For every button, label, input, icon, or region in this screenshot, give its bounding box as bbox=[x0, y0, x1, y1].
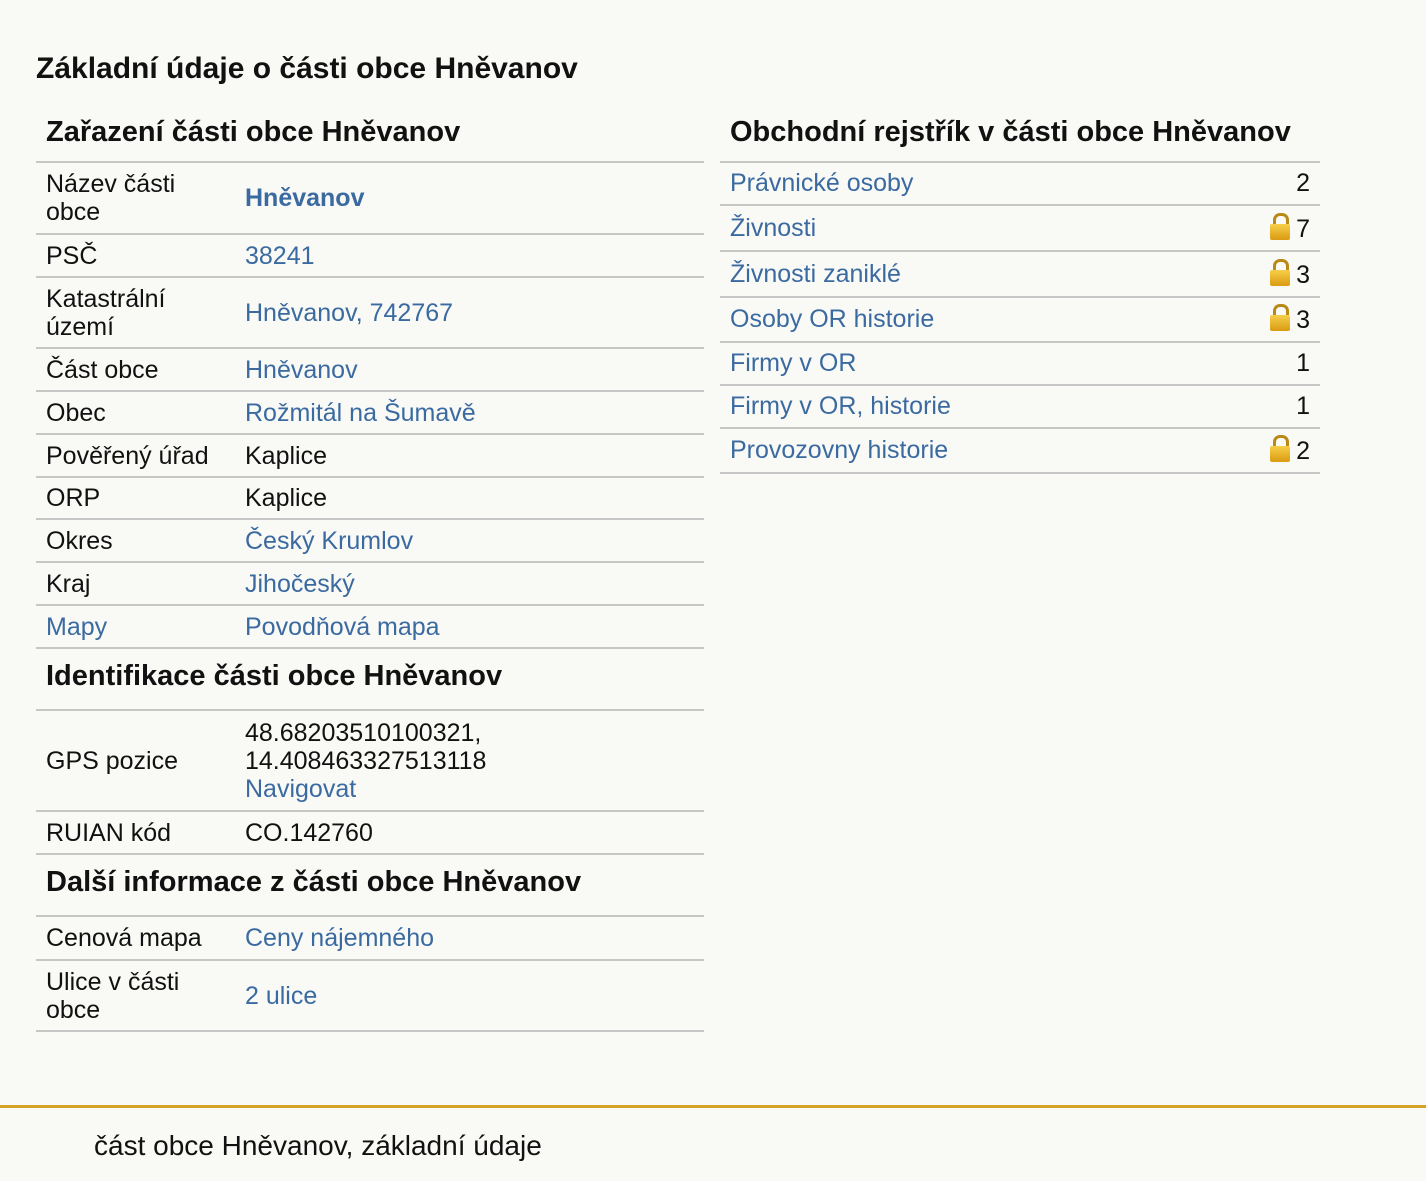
table-row: Živnosti 7 bbox=[720, 205, 1320, 252]
table-row: Ulice v části obce 2 ulice bbox=[36, 960, 704, 1032]
row-label: Pověřený úřad bbox=[36, 434, 235, 478]
count: 2 bbox=[1200, 163, 1320, 206]
count: 2 bbox=[1296, 437, 1310, 465]
table-row: GPS pozice 48.68203510100321, 14.4084633… bbox=[36, 711, 704, 812]
count: 3 bbox=[1296, 260, 1310, 289]
count: 7 bbox=[1296, 214, 1310, 243]
table-row: Katastrální území Hněvanov, 742767 bbox=[36, 277, 704, 349]
gps-lat: 48.68203510100321, bbox=[245, 718, 482, 747]
nazev-casti-link[interactable]: Hněvanov bbox=[245, 184, 364, 212]
table-row: Kraj Jihočeský bbox=[36, 562, 704, 606]
row-label: ORP bbox=[36, 477, 235, 520]
table-row: Živnosti zaniklé 3 bbox=[720, 251, 1320, 298]
lock-icon[interactable] bbox=[1270, 435, 1291, 462]
table-row: Firmy v OR 1 bbox=[720, 342, 1320, 386]
osoby-or-historie-link[interactable]: Osoby OR historie bbox=[730, 305, 934, 333]
ceny-najemneho-link[interactable]: Ceny nájemného bbox=[245, 924, 434, 952]
identifikace-table: GPS pozice 48.68203510100321, 14.4084633… bbox=[36, 711, 704, 855]
obchodni-rejstrik-table: Právnické osoby 2 Živnosti 7 Živnosti za… bbox=[720, 163, 1320, 474]
firmy-v-or-historie-link[interactable]: Firmy v OR, historie bbox=[730, 392, 951, 420]
pravnicke-osoby-link[interactable]: Právnické osoby bbox=[730, 169, 913, 197]
count: 1 bbox=[1200, 342, 1320, 386]
row-label: Kraj bbox=[36, 562, 235, 606]
dalsi-heading: Další informace z části obce Hněvanov bbox=[36, 855, 704, 917]
lock-icon[interactable] bbox=[1270, 304, 1291, 331]
table-row: Osoby OR historie 3 bbox=[720, 297, 1320, 343]
zarazeni-table: Název části obce Hněvanov PSČ 38241 Kata… bbox=[36, 163, 704, 649]
table-row: Část obce Hněvanov bbox=[36, 348, 704, 392]
obchodni-rejstrik-heading: Obchodní rejstřík v části obce Hněvanov bbox=[720, 112, 1320, 163]
row-label: GPS pozice bbox=[36, 711, 235, 812]
firmy-v-or-link[interactable]: Firmy v OR bbox=[730, 349, 856, 377]
row-label: Cenová mapa bbox=[36, 917, 235, 961]
table-row: Cenová mapa Ceny nájemného bbox=[36, 917, 704, 961]
table-row: ORP Kaplice bbox=[36, 477, 704, 520]
dalsi-table: Cenová mapa Ceny nájemného Ulice v části… bbox=[36, 917, 704, 1032]
row-label: Katastrální území bbox=[36, 277, 235, 349]
katastralni-uzemi-link[interactable]: Hněvanov, 742767 bbox=[245, 299, 453, 327]
footer-text: část obce Hněvanov, základní údaje bbox=[94, 1130, 542, 1161]
table-row: Právnické osoby 2 bbox=[720, 163, 1320, 206]
orp-value: Kaplice bbox=[235, 477, 704, 520]
ulice-link[interactable]: 2 ulice bbox=[245, 982, 317, 1010]
okres-link[interactable]: Český Krumlov bbox=[245, 527, 413, 555]
table-row: Pověřený úřad Kaplice bbox=[36, 434, 704, 478]
table-row: Firmy v OR, historie 1 bbox=[720, 385, 1320, 429]
count: 3 bbox=[1296, 306, 1310, 334]
row-label: Obec bbox=[36, 391, 235, 435]
identifikace-heading: Identifikace části obce Hněvanov bbox=[36, 649, 704, 711]
row-label: Název části obce bbox=[36, 163, 235, 235]
zivnosti-link[interactable]: Živnosti bbox=[730, 214, 816, 242]
left-column: Zařazení části obce Hněvanov Název části… bbox=[36, 112, 704, 1032]
right-column: Obchodní rejstřík v části obce Hněvanov … bbox=[720, 112, 1320, 474]
zivnosti-zanikle-link[interactable]: Živnosti zaniklé bbox=[730, 260, 901, 288]
table-row: Provozovny historie 2 bbox=[720, 428, 1320, 474]
kraj-link[interactable]: Jihočeský bbox=[245, 570, 355, 598]
povodnova-mapa-link[interactable]: Povodňová mapa bbox=[245, 613, 440, 641]
table-row: Název části obce Hněvanov bbox=[36, 163, 704, 235]
table-row: RUIAN kód CO.142760 bbox=[36, 811, 704, 855]
page-title: Základní údaje o části obce Hněvanov bbox=[36, 52, 578, 85]
lock-icon[interactable] bbox=[1270, 258, 1291, 286]
footer: část obce Hněvanov, základní údaje bbox=[0, 1105, 1426, 1181]
row-label: Část obce bbox=[36, 348, 235, 392]
lock-icon[interactable] bbox=[1270, 212, 1291, 240]
row-label: RUIAN kód bbox=[36, 811, 235, 855]
psc-link[interactable]: 38241 bbox=[245, 242, 315, 270]
table-row: Okres Český Krumlov bbox=[36, 519, 704, 563]
table-row: Mapy Povodňová mapa bbox=[36, 605, 704, 649]
povereny-urad-value: Kaplice bbox=[235, 434, 704, 478]
mapy-link[interactable]: Mapy bbox=[46, 613, 107, 641]
navigovat-link[interactable]: Navigovat bbox=[245, 775, 356, 803]
table-row: PSČ 38241 bbox=[36, 234, 704, 278]
row-label: PSČ bbox=[36, 234, 235, 278]
zarazeni-heading: Zařazení části obce Hněvanov bbox=[36, 112, 704, 163]
row-label: Okres bbox=[36, 519, 235, 563]
obec-link[interactable]: Rožmitál na Šumavě bbox=[245, 399, 476, 427]
count: 1 bbox=[1200, 385, 1320, 429]
ruian-value: CO.142760 bbox=[235, 811, 704, 855]
table-row: Obec Rožmitál na Šumavě bbox=[36, 391, 704, 435]
gps-lon: 14.408463327513118 bbox=[245, 746, 487, 775]
row-label: Ulice v části obce bbox=[36, 960, 235, 1032]
cast-obce-link[interactable]: Hněvanov bbox=[245, 356, 358, 384]
provozovny-historie-link[interactable]: Provozovny historie bbox=[730, 436, 948, 464]
